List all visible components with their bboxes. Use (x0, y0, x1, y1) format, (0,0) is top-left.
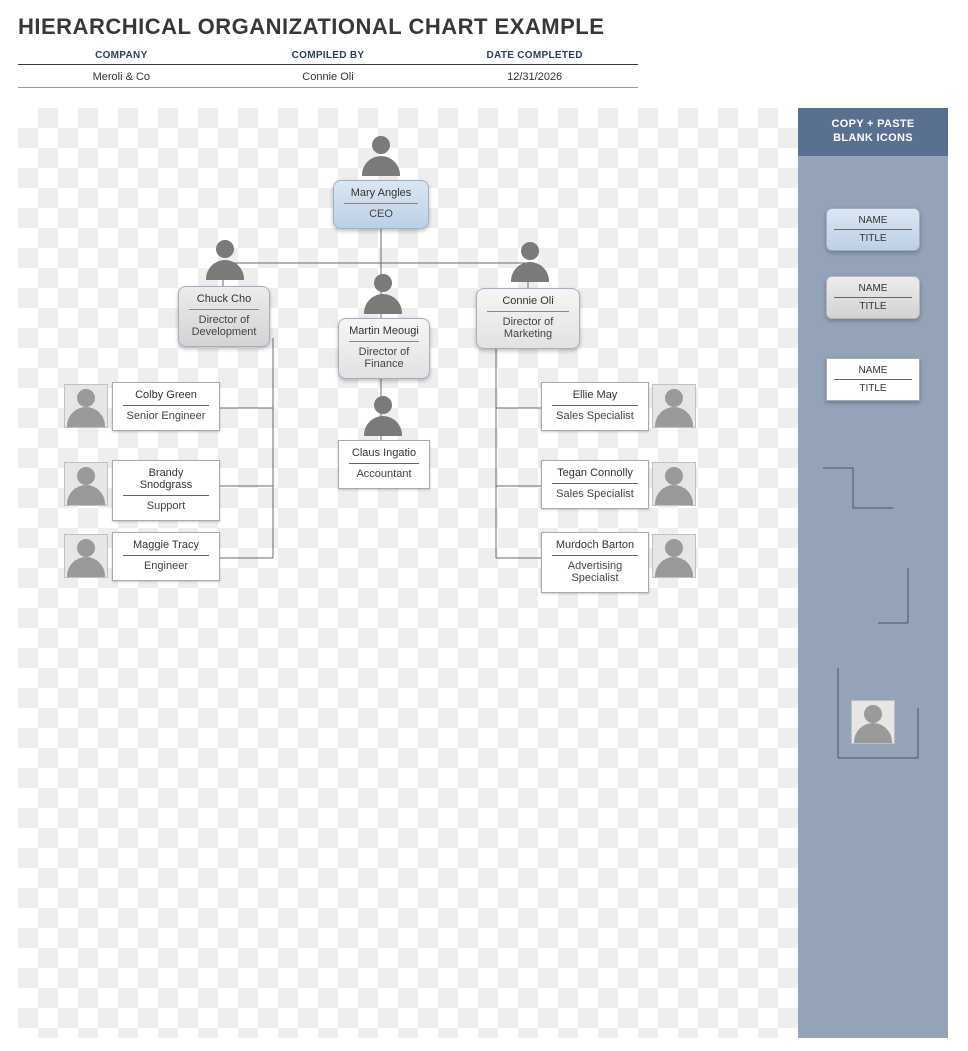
meta-col-date: DATE COMPLETED (431, 50, 638, 65)
person-icon (203, 236, 247, 280)
sample-title: TITLE (831, 301, 915, 312)
meta-val-company[interactable]: Meroli & Co (18, 65, 225, 88)
node-ceo[interactable]: Mary Angles CEO (333, 180, 429, 229)
person-icon (652, 462, 696, 506)
node-dev-2[interactable]: Brandy Snodgrass Support (112, 460, 220, 521)
node-name: Tegan Connolly (552, 467, 638, 484)
person-icon (359, 132, 403, 176)
meta-val-compiledby[interactable]: Connie Oli (225, 65, 432, 88)
sidebar-heading-line1: COPY + PASTE (832, 118, 915, 130)
person-icon (64, 534, 108, 578)
node-dev-1[interactable]: Colby Green Senior Engineer (112, 382, 220, 431)
sample-node-grey[interactable]: NAME TITLE (826, 276, 920, 319)
node-name: Murdoch Barton (552, 539, 638, 556)
node-mkt-3[interactable]: Murdoch Barton Advertising Specialist (541, 532, 649, 593)
node-title: Sales Specialist (548, 488, 642, 500)
node-name: Connie Oli (487, 295, 569, 312)
node-director-finance[interactable]: Martin Meougi Director of Finance (338, 318, 430, 379)
node-fin-1[interactable]: Claus Ingatio Accountant (338, 440, 430, 489)
person-icon (361, 392, 405, 436)
meta-col-compiledby: COMPILED BY (225, 50, 432, 65)
node-mkt-2[interactable]: Tegan Connolly Sales Specialist (541, 460, 649, 509)
sidebar-heading: COPY + PASTE BLANK ICONS (798, 108, 948, 156)
person-icon (652, 534, 696, 578)
person-icon (64, 462, 108, 506)
sample-node-blue[interactable]: NAME TITLE (826, 208, 920, 251)
page-title: HIERARCHICAL ORGANIZATIONAL CHART EXAMPL… (0, 0, 968, 50)
node-name: Chuck Cho (189, 293, 259, 310)
node-title: CEO (340, 208, 422, 220)
node-dev-3[interactable]: Maggie Tracy Engineer (112, 532, 220, 581)
sample-node-white[interactable]: NAME TITLE (826, 358, 920, 401)
sample-name: NAME (834, 365, 912, 380)
person-icon (508, 238, 552, 282)
sample-title: TITLE (831, 383, 915, 394)
person-icon (652, 384, 696, 428)
node-name: Mary Angles (344, 187, 418, 204)
node-title: Sales Specialist (548, 410, 642, 422)
sample-name: NAME (834, 215, 912, 230)
node-title: Director of Development (185, 314, 263, 338)
sidebar: COPY + PASTE BLANK ICONS NAME TITLE NAME… (798, 108, 948, 1038)
node-name: Colby Green (123, 389, 209, 406)
meta-val-date[interactable]: 12/31/2026 (431, 65, 638, 88)
node-name: Maggie Tracy (123, 539, 209, 556)
node-title: Director of Finance (345, 346, 423, 370)
node-name: Claus Ingatio (349, 447, 419, 464)
node-name: Martin Meougi (349, 325, 419, 342)
node-mkt-1[interactable]: Ellie May Sales Specialist (541, 382, 649, 431)
node-title: Accountant (345, 468, 423, 480)
node-name: Ellie May (552, 389, 638, 406)
meta-col-company: COMPANY (18, 50, 225, 65)
meta-table: COMPANY COMPILED BY DATE COMPLETED Merol… (18, 50, 638, 88)
sample-avatar-icon[interactable] (851, 700, 895, 744)
person-icon (64, 384, 108, 428)
node-director-development[interactable]: Chuck Cho Director of Development (178, 286, 270, 347)
node-title: Support (119, 500, 213, 512)
sample-name: NAME (834, 283, 912, 298)
person-icon (361, 270, 405, 314)
node-name: Brandy Snodgrass (123, 467, 209, 496)
org-chart-canvas[interactable]: Mary Angles CEO Chuck Cho Director of De… (18, 108, 798, 1038)
sidebar-heading-line2: BLANK ICONS (833, 132, 913, 144)
node-title: Director of Marketing (483, 316, 573, 340)
node-title: Advertising Specialist (548, 560, 642, 584)
node-title: Engineer (119, 560, 213, 572)
node-title: Senior Engineer (119, 410, 213, 422)
node-director-marketing[interactable]: Connie Oli Director of Marketing (476, 288, 580, 349)
sample-title: TITLE (831, 233, 915, 244)
